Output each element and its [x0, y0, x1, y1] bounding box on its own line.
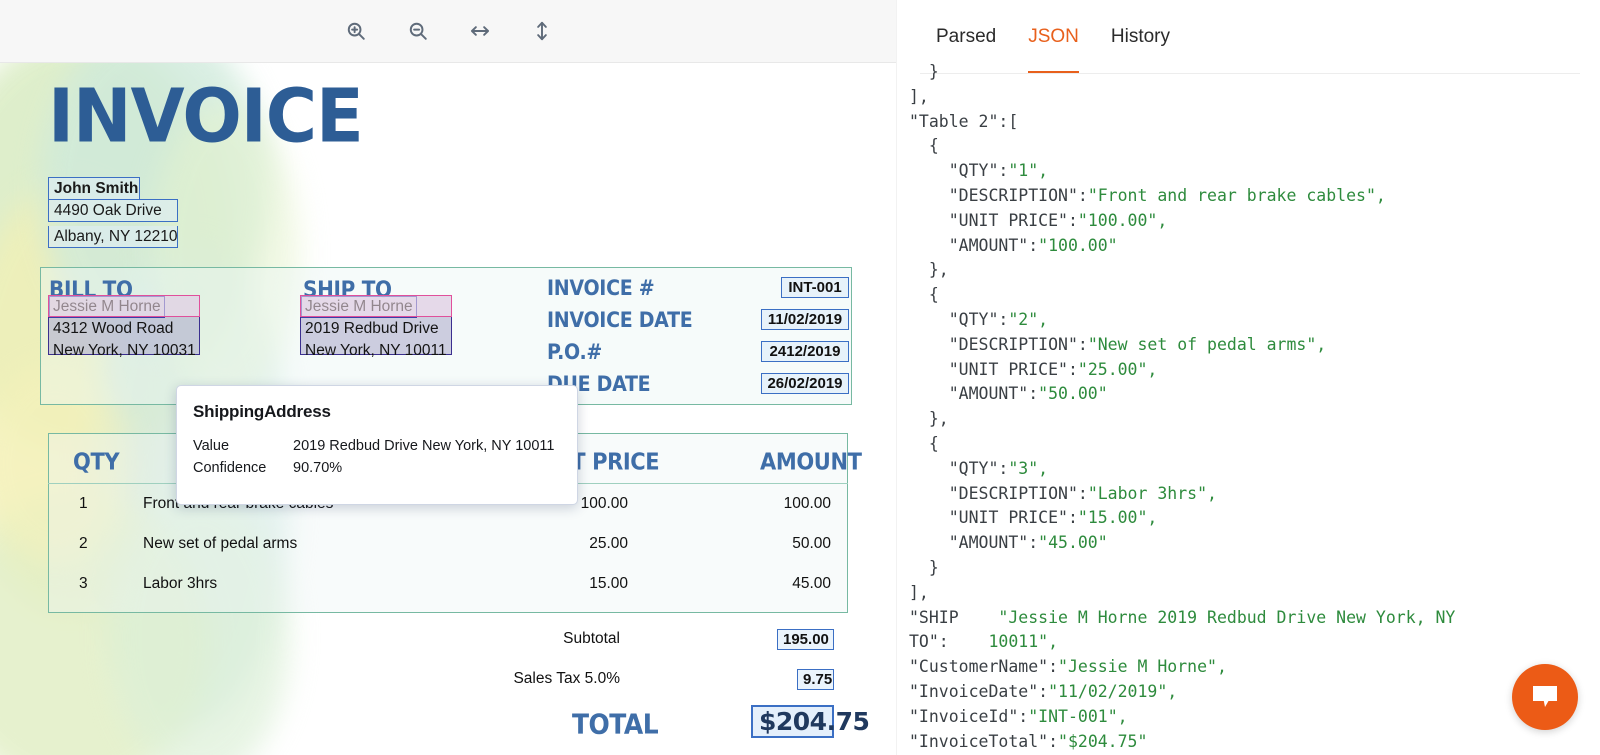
- bill-to-name-highlight[interactable]: [48, 295, 200, 317]
- field-subtotal[interactable]: 195.00: [777, 629, 834, 650]
- meta-label-invoice-number: INVOICE #: [547, 276, 654, 301]
- tooltip-value-key: Value: [193, 435, 293, 457]
- row0-amount: 100.00: [700, 495, 831, 513]
- row2-unit-price: 15.00: [500, 575, 628, 593]
- row1-unit-price: 25.00: [500, 535, 628, 553]
- field-sender-address-line1[interactable]: 4490 Oak Drive: [48, 199, 178, 222]
- json-code-block: } ], "Table 2":[ { "QTY":"1", "DESCRIPTI…: [909, 60, 1590, 754]
- ship-to-line2: New York, NY 10011: [301, 340, 451, 362]
- field-invoice-number[interactable]: INT-001: [781, 277, 849, 298]
- column-header-qty: QTY: [73, 448, 119, 475]
- meta-label-po-number: P.O.#: [547, 340, 602, 365]
- meta-label-invoice-date: INVOICE DATE: [547, 308, 692, 333]
- column-header-amount: AMOUNT: [760, 448, 862, 475]
- row1-description: New set of pedal arms: [143, 535, 297, 553]
- results-panel: Parsed JSON History } ], "Table 2":[ { "…: [897, 0, 1600, 755]
- zoom-in-icon[interactable]: [339, 14, 373, 48]
- tooltip-confidence-key: Confidence: [193, 457, 293, 479]
- document-viewer-panel: INVOICE John Smith 4490 Oak Drive Albany…: [0, 0, 897, 755]
- chat-bubble-icon[interactable]: [1512, 664, 1578, 730]
- subtotal-label: Subtotal: [460, 630, 620, 648]
- app-root: INVOICE John Smith 4490 Oak Drive Albany…: [0, 0, 1600, 755]
- tooltip-title: ShippingAddress: [193, 402, 561, 422]
- field-due-date[interactable]: 26/02/2019: [761, 373, 849, 394]
- invoice-heading: INVOICE: [48, 73, 363, 159]
- viewer-toolbar: [0, 0, 897, 63]
- fit-width-icon[interactable]: [463, 14, 497, 48]
- row1-qty: 2: [79, 535, 88, 553]
- row2-amount: 45.00: [700, 575, 831, 593]
- ship-to-line1: 2019 Redbud Drive: [301, 318, 451, 340]
- field-sender-address-line2[interactable]: Albany, NY 12210: [48, 226, 178, 248]
- tooltip-value-row: Value 2019 Redbud Drive New York, NY 100…: [193, 435, 561, 457]
- tooltip-confidence-row: Confidence 90.70%: [193, 457, 561, 479]
- row1-amount: 50.00: [700, 535, 831, 553]
- bill-to-line1: 4312 Wood Road: [49, 318, 199, 340]
- row2-qty: 3: [79, 575, 88, 593]
- field-sender-name[interactable]: John Smith: [48, 177, 140, 200]
- zoom-out-icon[interactable]: [401, 14, 435, 48]
- ship-to-name-highlight[interactable]: [300, 295, 452, 317]
- row0-qty: 1: [79, 495, 88, 513]
- tooltip-confidence: 90.70%: [293, 457, 342, 479]
- total-label: TOTAL: [572, 708, 658, 740]
- field-po-number[interactable]: 2412/2019: [761, 341, 849, 362]
- invoice-document[interactable]: INVOICE John Smith 4490 Oak Drive Albany…: [0, 63, 897, 755]
- field-invoice-date[interactable]: 11/02/2019: [761, 309, 849, 330]
- field-total[interactable]: $204.75: [751, 705, 834, 738]
- sales-tax-label: Sales Tax 5.0%: [440, 670, 620, 688]
- json-scroll-area[interactable]: } ], "Table 2":[ { "QTY":"1", "DESCRIPTI…: [897, 60, 1600, 755]
- bill-to-line2: New York, NY 10031: [49, 340, 199, 362]
- row2-description: Labor 3hrs: [143, 575, 217, 593]
- field-tooltip: ShippingAddress Value 2019 Redbud Drive …: [176, 385, 578, 505]
- field-sales-tax[interactable]: 9.75: [797, 669, 834, 690]
- fit-height-icon[interactable]: [525, 14, 559, 48]
- tooltip-value: 2019 Redbud Drive New York, NY 10011: [293, 435, 554, 457]
